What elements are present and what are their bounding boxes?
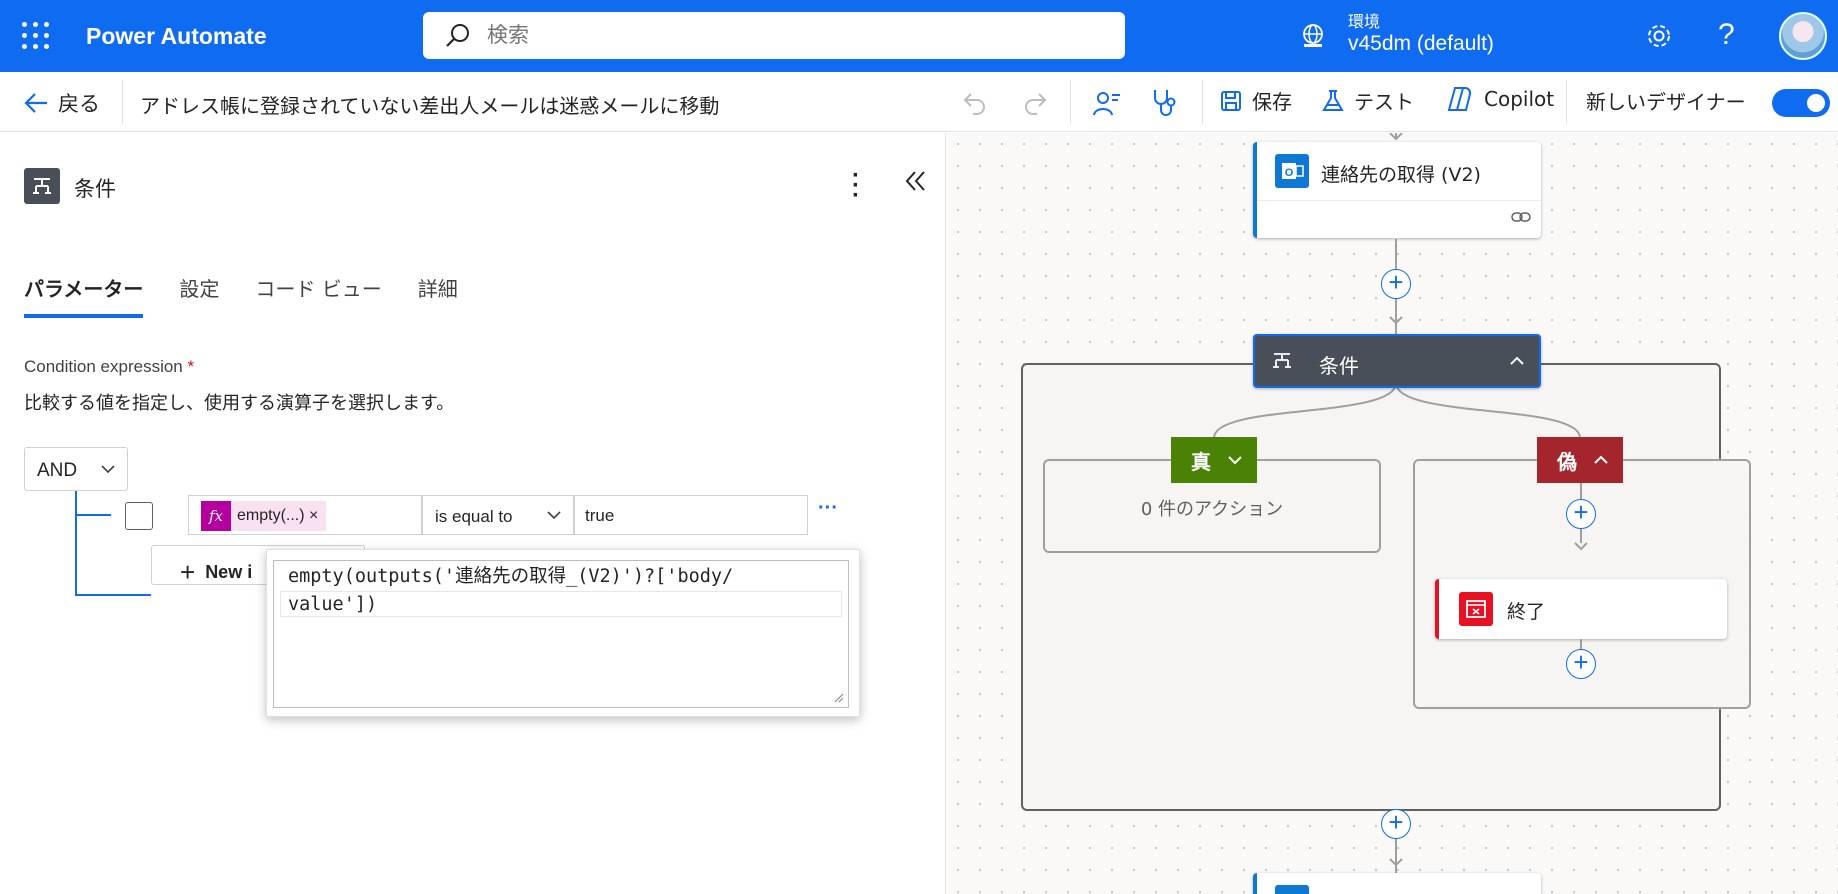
expression-line-2: value']) [288,594,378,615]
arrow-icon [1389,858,1403,867]
properties-panel: 条件 · · · パラメーター 設定 コード ビュー 詳細 Condition ex… [0,133,946,894]
chevron-down-icon [1228,456,1242,465]
beaker-icon [1322,89,1344,111]
save-label: 保存 [1252,90,1292,114]
expression-editor[interactable]: empty(outputs('連絡先の取得_(V2)')?['body/ val… [273,560,849,708]
help-icon[interactable]: ? [1718,18,1735,52]
terminate-card[interactable]: 終了 [1435,579,1727,639]
divider [1070,80,1071,124]
condition-card-title: 条件 [1319,354,1359,378]
arrow-icon [1574,542,1588,551]
settings-gear-icon[interactable] [1645,22,1673,50]
search-box[interactable] [423,12,1125,59]
tab-settings[interactable]: 設定 [179,273,219,318]
test-label: テスト [1354,90,1414,114]
back-label: 戻る [58,93,100,116]
required-mark: * [187,357,195,376]
search-icon [446,24,469,47]
save-icon [1221,90,1241,111]
app-launcher-icon[interactable] [22,22,50,50]
condition-icon [1273,353,1291,368]
plus-icon: + [180,557,196,587]
new-item-label: New i [205,562,253,582]
condition-left-operand[interactable]: fx empty(...) × [188,495,422,535]
chevron-down-icon [547,511,561,520]
operator-value: is equal to [435,507,513,526]
expression-code[interactable]: empty(outputs('連絡先の取得_(V2)')?['body/ val… [288,563,733,619]
false-branch-header[interactable]: 偽 [1537,437,1623,483]
condition-expression-label: Condition expression * [24,357,194,377]
tab-details[interactable]: 詳細 [418,273,458,318]
group-operator-value: AND [37,460,78,481]
resize-grip-icon[interactable] [832,691,844,703]
chevron-up-icon[interactable] [1509,356,1525,366]
new-designer-toggle[interactable] [1772,89,1830,117]
row-more-options-icon[interactable]: ··· [818,497,838,520]
operator-dropdown[interactable]: is equal to [422,495,574,535]
panel-title[interactable]: 条件 [74,173,116,203]
remove-token-icon[interactable]: × [309,507,318,525]
more-options-icon[interactable]: · · · [852,164,860,208]
divider [122,80,123,124]
tree-line [75,491,77,595]
top-bar: Power Automate 環境 v45dm (default) ? [0,0,1838,72]
tree-line [75,594,151,596]
true-branch-header[interactable]: 真 [1171,437,1257,483]
command-bar: 戻る アドレス帳に登録されていない差出人メールは迷惑メールに移動 保存 テスト … [0,72,1838,132]
flow-name[interactable]: アドレス帳に登録されていない差出人メールは迷惑メールに移動 [140,90,719,119]
tab-parameters[interactable]: パラメーター [24,273,144,318]
environment-name[interactable]: v45dm (default) [1348,32,1494,56]
copilot-button[interactable]: Copilot [1446,86,1554,112]
collapse-panel-icon[interactable] [905,169,927,193]
insert-step-button[interactable]: + [1566,499,1596,529]
function-icon: fx [201,501,231,531]
redo-icon[interactable] [1022,90,1048,116]
next-step-card[interactable] [1253,873,1541,894]
empty-actions-text: 0 件のアクション [1140,499,1284,520]
expression-line-1: empty(outputs('連絡先の取得_(V2)')?['body/ [288,566,734,587]
tab-code-view[interactable]: コード ビュー [255,273,381,318]
search-input[interactable] [487,21,1087,49]
flow-checker-icon[interactable] [1092,89,1122,117]
expression-token[interactable]: fx empty(...) × [201,501,327,531]
insert-step-button[interactable]: + [1381,809,1411,839]
condition-card[interactable]: 条件 [1253,334,1541,388]
true-branch-label: 真 [1191,449,1211,474]
chevron-up-icon [1594,455,1608,464]
copilot-icon [1447,87,1472,111]
condition-label-text: Condition expression [24,357,183,376]
new-designer-label: 新しいデザイナー [1586,90,1746,114]
flow-canvas[interactable]: O 連絡先の取得 (V2) + 条件 0 件のアクション 真 偽 + 終了 + … [947,133,1838,894]
copilot-label: Copilot [1484,87,1555,111]
tree-line [75,514,111,516]
environment-label: 環境 [1348,14,1381,31]
back-button[interactable]: 戻る [24,88,100,118]
divider [1202,80,1203,124]
false-branch-label: 偽 [1557,449,1577,474]
user-avatar[interactable] [1779,12,1827,60]
condition-description: 比較する値を指定し、使用する演算子を選択します。 [24,393,455,414]
stethoscope-icon[interactable] [1151,88,1179,118]
insert-step-button[interactable]: + [1566,649,1596,679]
condition-right-operand[interactable]: true [574,495,808,535]
chevron-down-icon [101,465,115,474]
terminate-icon [1459,592,1493,626]
environment-icon[interactable] [1299,22,1327,50]
undo-icon[interactable] [962,90,988,116]
expression-popup: empty(outputs('連絡先の取得_(V2)')?['body/ val… [266,549,860,717]
group-operator-dropdown[interactable]: AND [24,447,128,491]
test-button[interactable]: テスト [1322,86,1414,115]
row-select-checkbox[interactable] [125,502,153,530]
save-button[interactable]: 保存 [1220,86,1292,115]
app-title[interactable]: Power Automate [86,23,267,50]
expression-token-label: empty(...) [237,507,305,524]
terminate-title: 終了 [1507,601,1546,623]
panel-tabs: パラメーター 設定 コード ビュー 詳細 [24,273,494,318]
condition-icon [24,168,60,204]
divider [1566,80,1567,124]
outlook-icon [1275,885,1309,894]
back-arrow-icon [24,93,47,113]
